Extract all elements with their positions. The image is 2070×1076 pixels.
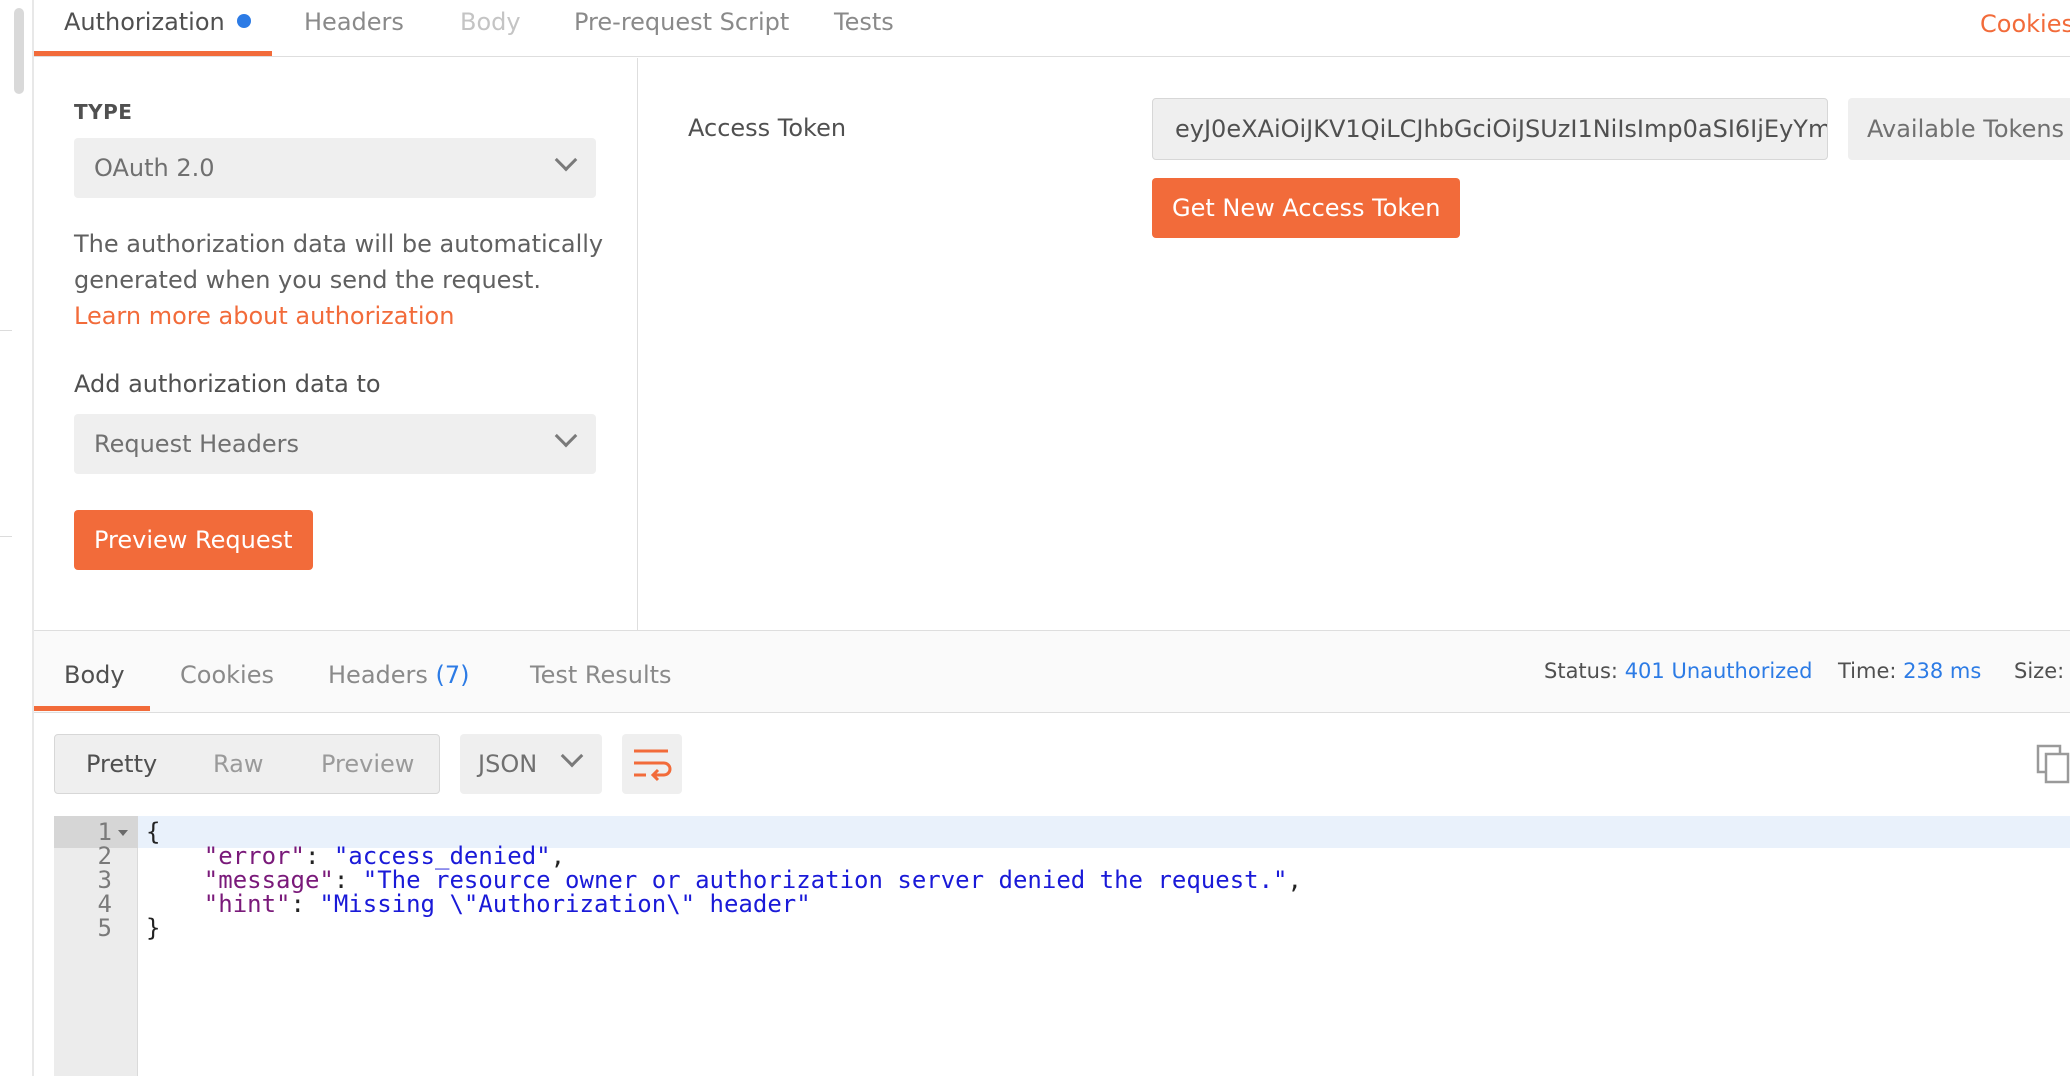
response-body-editor[interactable]: 1 2 3 4 5 { "error": "access_denied", "m…: [54, 816, 2070, 1076]
auth-settings-panel: TYPE OAuth 2.0 The authorization data wi…: [34, 58, 638, 630]
chevron-down-icon: [554, 148, 578, 172]
preview-request-button[interactable]: Preview Request: [74, 510, 313, 570]
access-token-label: Access Token: [688, 114, 847, 142]
status-readout: Status: 401 Unauthorized: [1544, 659, 1812, 683]
wrap-lines-button[interactable]: [622, 734, 682, 794]
format-value: JSON: [478, 750, 538, 778]
tab-body[interactable]: Body: [460, 0, 521, 57]
json-key: "hint": [203, 890, 291, 918]
request-tabs: Authorization Headers Body Pre-request S…: [34, 0, 2070, 57]
fold-arrow-icon[interactable]: [118, 830, 128, 836]
tab-tests[interactable]: Tests: [834, 0, 894, 57]
code-line: "hint": "Missing \"Authorization\" heade…: [203, 890, 811, 918]
response-tabs: Body Cookies Headers (7) Test Results St…: [34, 631, 2070, 713]
copy-icon[interactable]: [2036, 744, 2070, 784]
add-auth-to-select[interactable]: Request Headers: [74, 414, 596, 474]
chevron-down-icon: [560, 744, 584, 768]
access-token-field[interactable]: eyJ0eXAiOiJKV1QiLCJhbGciOiJSUzI1NiIsImp0…: [1152, 98, 1828, 160]
format-select[interactable]: JSON: [460, 734, 602, 794]
available-tokens-button[interactable]: Available Tokens: [1848, 98, 2070, 160]
sidebar-scrollbar[interactable]: [14, 8, 24, 94]
left-gutter: [0, 0, 34, 1076]
response-tab-test-results[interactable]: Test Results: [530, 661, 672, 689]
view-mode-group: Pretty Raw Preview: [54, 734, 440, 794]
view-preview-button[interactable]: Preview: [321, 735, 414, 793]
line-number-gutter: [54, 816, 138, 1076]
headers-count-badge: (7): [435, 661, 470, 689]
chevron-down-icon: [554, 424, 578, 448]
tab-authorization[interactable]: Authorization: [64, 0, 251, 57]
tab-headers[interactable]: Headers: [304, 0, 404, 57]
learn-more-link[interactable]: Learn more about authorization: [74, 302, 454, 330]
auth-type-value: OAuth 2.0: [94, 154, 215, 182]
json-string: "Missing \"Authorization\" header": [319, 890, 811, 918]
json-brace: }: [146, 914, 161, 942]
view-pretty-button[interactable]: Pretty: [86, 735, 157, 793]
time-label: Time:: [1838, 659, 1897, 683]
cookies-link[interactable]: Cookies: [1980, 10, 2070, 38]
get-new-access-token-button[interactable]: Get New Access Token: [1152, 178, 1461, 238]
wrap-lines-icon: [634, 749, 672, 782]
auth-description: The authorization data will be automatic…: [74, 226, 604, 334]
gutter-divider: [0, 536, 12, 537]
time-readout: Time: 238 ms: [1838, 659, 1981, 683]
active-tab-indicator: [34, 51, 272, 56]
response-tab-cookies[interactable]: Cookies: [180, 661, 274, 689]
size-readout: Size:: [2014, 659, 2064, 683]
tab-authorization-label: Authorization: [64, 8, 225, 36]
code-line: }: [146, 914, 160, 942]
view-raw-button[interactable]: Raw: [213, 735, 263, 793]
response-tab-headers-label: Headers: [328, 661, 428, 689]
auth-type-select[interactable]: OAuth 2.0: [74, 138, 596, 198]
add-auth-to-value: Request Headers: [94, 430, 300, 458]
status-label: Status:: [1544, 659, 1618, 683]
auth-description-text: The authorization data will be automatic…: [74, 230, 604, 294]
add-auth-to-label: Add authorization data to: [74, 370, 381, 398]
line-number: 5: [97, 914, 112, 942]
response-tab-body[interactable]: Body: [64, 661, 125, 689]
active-response-tab-indicator: [34, 706, 150, 711]
time-value[interactable]: 238 ms: [1903, 659, 1981, 683]
modified-dot-icon: [236, 14, 251, 28]
type-label: TYPE: [74, 100, 133, 124]
response-tab-headers[interactable]: Headers (7): [328, 661, 470, 689]
gutter-divider: [0, 330, 12, 331]
status-value[interactable]: 401 Unauthorized: [1625, 659, 1813, 683]
tab-pre-request-script[interactable]: Pre-request Script: [574, 0, 789, 57]
size-label: Size:: [2014, 659, 2065, 683]
